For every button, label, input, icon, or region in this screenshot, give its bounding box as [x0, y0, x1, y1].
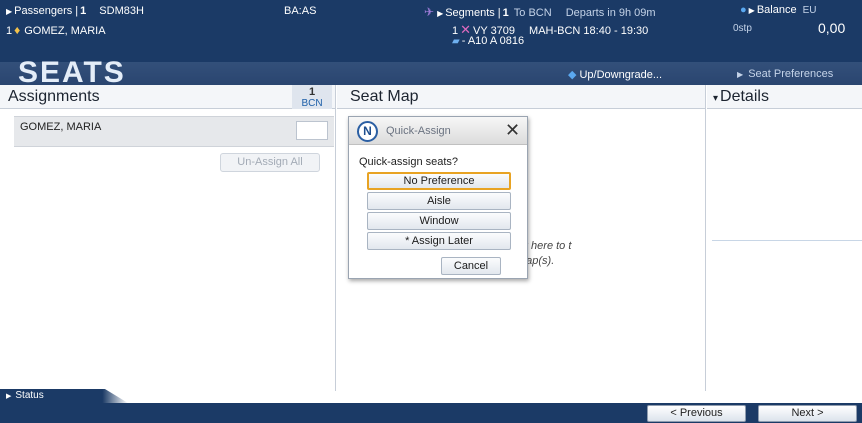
- aisle-button[interactable]: Aisle: [367, 192, 511, 210]
- aircraft-line: ▰ - A10 A 0816: [452, 35, 524, 47]
- expand-triangle-icon: ▶: [437, 9, 444, 18]
- assign-later-button[interactable]: * Assign Later: [367, 232, 511, 250]
- app-logo-icon: N: [357, 121, 378, 142]
- flight-column-header[interactable]: 1 BCN: [292, 85, 332, 109]
- details-title-wrap: ▾ Details: [713, 88, 769, 106]
- passenger-name: GOMEZ, MARIA: [20, 121, 102, 133]
- details-panel: [707, 109, 862, 391]
- passenger-row[interactable]: GOMEZ, MARIA: [14, 116, 334, 147]
- expand-triangle-icon: ▶: [737, 70, 744, 79]
- balance-amount: 0,00: [818, 20, 846, 36]
- pax-index: 1: [6, 25, 13, 37]
- balance-icon: ●: [740, 4, 747, 16]
- window-button[interactable]: Window: [367, 212, 511, 230]
- route-time: MAH-BCN 18:40 - 19:30: [529, 25, 649, 37]
- status-label: Status: [15, 390, 44, 401]
- person-icon: ♦: [14, 23, 21, 37]
- seat-map-header: Seat Map: [337, 85, 706, 109]
- passengers-count: 1: [80, 5, 87, 17]
- details-header[interactable]: ▾ Details: [707, 85, 862, 109]
- balance-currency: EU: [802, 5, 817, 16]
- seat-icon: ▰: [452, 36, 460, 47]
- close-icon[interactable]: ✕: [505, 120, 520, 140]
- dialog-question: Quick-assign seats?: [359, 156, 459, 168]
- expand-triangle-icon: ▶: [748, 6, 755, 15]
- no-preference-button[interactable]: No Preference: [367, 172, 511, 190]
- segments-destination: To BCN: [513, 7, 552, 19]
- upgrade-downgrade-link[interactable]: ◆ Up/Downgrade...: [568, 68, 662, 81]
- header-pax-name: GOMEZ, MARIA: [24, 25, 106, 37]
- record-locator: SDM83H: [99, 5, 144, 17]
- balance-detail: 0stp: [733, 23, 752, 34]
- details-title: Details: [720, 88, 769, 105]
- balance-label: Balance: [756, 4, 797, 16]
- seat-assignment-cell[interactable]: [296, 121, 328, 140]
- seat-map-hint[interactable]: ck here to t map(s).: [517, 239, 607, 269]
- departure-countdown: Departs in 9h 09m: [565, 7, 656, 19]
- balance-summary[interactable]: ● ▶ Balance EU: [740, 4, 816, 16]
- assignments-header: Assignments 1 BCN: [0, 85, 336, 109]
- passengers-summary[interactable]: ▶ Passengers | 1 SDM83H: [6, 5, 144, 17]
- dialog-titlebar[interactable]: N Quick-Assign ✕: [349, 117, 527, 145]
- dialog-title: Quick-Assign: [386, 125, 451, 137]
- segments-count: 1: [502, 7, 509, 19]
- seat-preferences-link[interactable]: ▶ Seat Preferences: [737, 68, 833, 80]
- flight-column-code: BCN: [301, 98, 323, 109]
- aircraft-info: - A10 A 0816: [461, 35, 525, 47]
- seat-map-title: Seat Map: [350, 88, 419, 105]
- assignments-panel: GOMEZ, MARIA Un-Assign All: [0, 109, 336, 391]
- status-tab[interactable]: ▶ Status: [0, 389, 128, 403]
- expand-triangle-icon: ▶: [6, 393, 12, 400]
- segments-icon: ✈: [424, 5, 435, 19]
- segments-label: Segments |: [445, 7, 501, 19]
- segments-summary[interactable]: ✈ ▶ Segments | 1 To BCN Departs in 9h 09m: [424, 5, 656, 19]
- collapse-chevron-icon: ▾: [713, 93, 719, 104]
- expand-triangle-icon: ▶: [6, 7, 13, 16]
- unassign-all-button[interactable]: Un-Assign All: [220, 153, 320, 172]
- next-button[interactable]: Next >: [758, 405, 857, 422]
- passengers-label: Passengers |: [14, 5, 79, 17]
- top-header: ▶ Passengers | 1 SDM83H BA:AS 1 ♦ GOMEZ, MARI…: [0, 0, 862, 62]
- upgrade-icon: ◆: [568, 69, 577, 81]
- passenger-line[interactable]: 1 ♦ GOMEZ, MARIA: [6, 23, 106, 37]
- flight-column-number: 1: [308, 86, 316, 98]
- cancel-button[interactable]: Cancel: [441, 257, 501, 275]
- upgrade-label: Up/Downgrade...: [579, 69, 663, 81]
- airline-codes: BA:AS: [284, 5, 317, 17]
- quick-assign-dialog: N Quick-Assign ✕ Quick-assign seats? No …: [348, 116, 528, 279]
- details-divider: [712, 240, 862, 241]
- previous-button[interactable]: < Previous: [647, 405, 746, 422]
- seats-banner: SEATS ◆ Up/Downgrade... ▶ Seat Preference…: [0, 56, 862, 89]
- assignments-title: Assignments: [8, 88, 100, 105]
- seat-preferences-label: Seat Preferences: [748, 68, 834, 80]
